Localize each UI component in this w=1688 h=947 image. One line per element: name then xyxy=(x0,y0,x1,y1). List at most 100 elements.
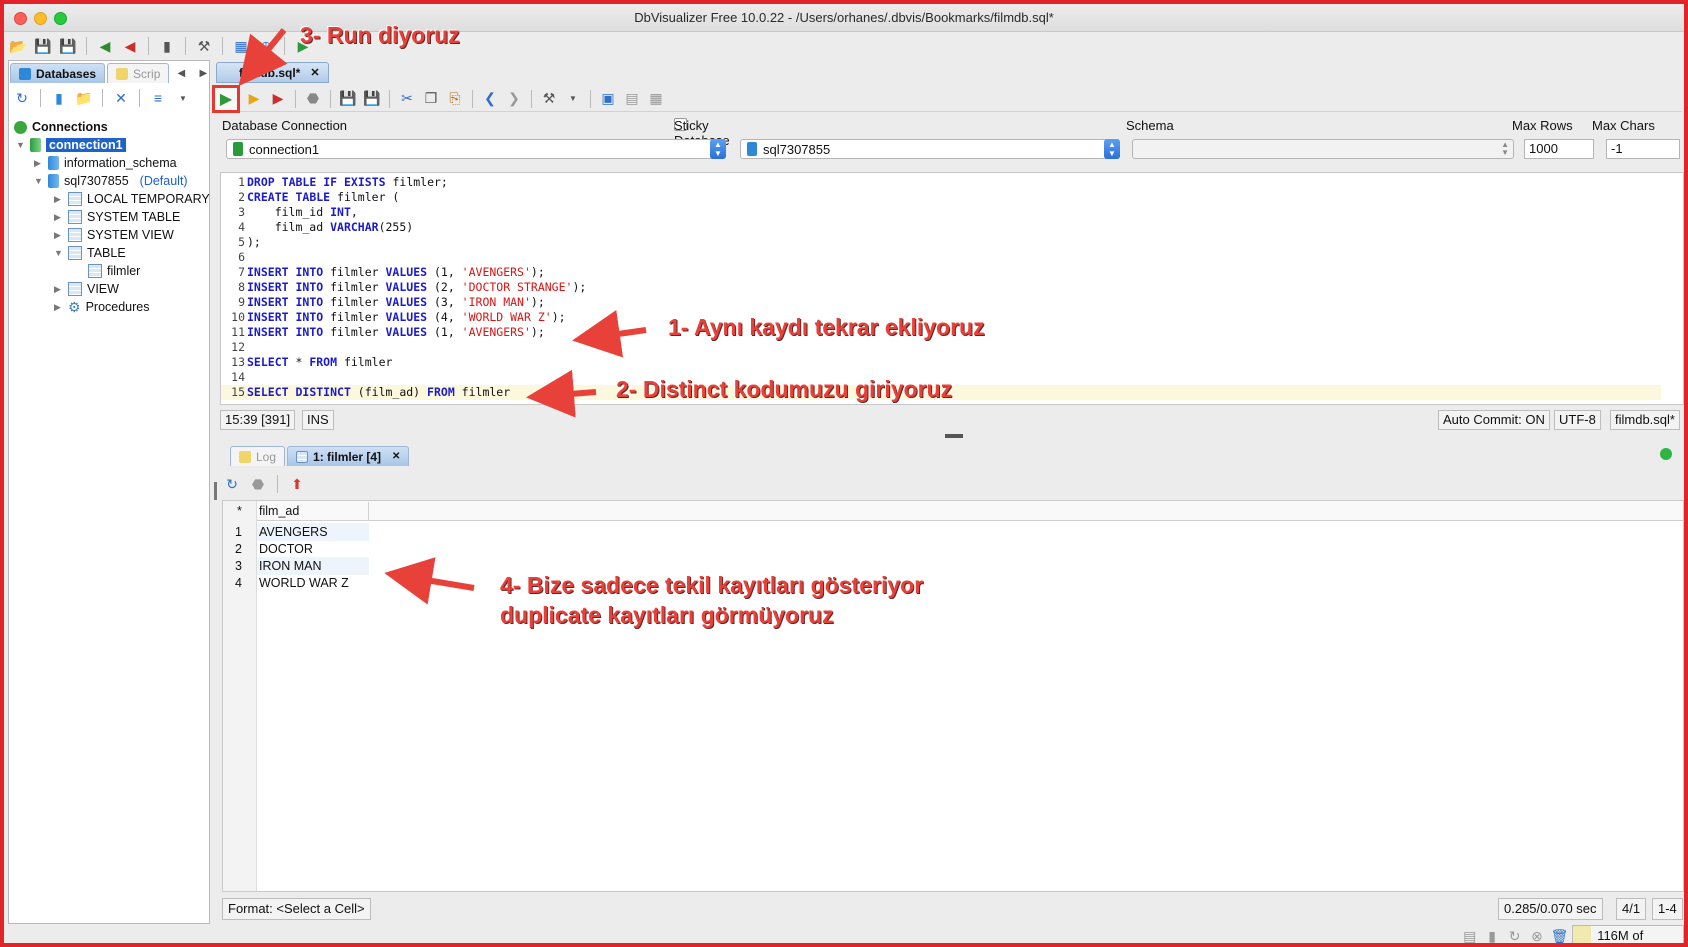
code-line[interactable]: 6 xyxy=(221,250,1661,265)
panel-resize-handle[interactable] xyxy=(214,482,217,500)
code-line[interactable]: 3 film_id INT, xyxy=(221,205,1661,220)
back-icon[interactable]: ❮ xyxy=(480,89,500,109)
sql-editor[interactable]: 1 DROP TABLE IF EXISTS filmler; 2 CREATE TA… xyxy=(220,172,1684,405)
dropdown-icon[interactable]: ▼ xyxy=(563,89,583,109)
tab-filmdb-sql[interactable]: filmdb.sql* ✕ xyxy=(216,62,329,83)
execute-buffer-icon[interactable]: ▶ xyxy=(268,89,288,109)
tab-result-filmler[interactable]: 1: filmler [4] ✕ xyxy=(287,446,410,466)
code-line[interactable]: 8 INSERT INTO filmler VALUES (2, 'DOCTOR … xyxy=(221,280,1661,295)
window-title: DbVisualizer Free 10.0.22 - /Users/orhan… xyxy=(634,10,1054,25)
layout-icon[interactable]: ▣ xyxy=(598,89,618,109)
paste-icon[interactable]: ⎘ xyxy=(445,89,465,109)
execute-current-icon[interactable]: ▶ xyxy=(244,89,264,109)
new-folder-icon[interactable]: 📁 xyxy=(74,88,94,108)
open-folder-icon[interactable]: 📂 xyxy=(8,36,28,56)
refresh-icon[interactable]: ↻ xyxy=(12,88,32,108)
connection-select[interactable]: connection1 ▲ ▼ xyxy=(226,139,726,159)
close-window-button[interactable] xyxy=(14,12,27,25)
table-cell[interactable]: DOCTOR STRANGE xyxy=(257,540,369,574)
disconnect-icon[interactable]: ◀ xyxy=(120,36,140,56)
table-cell[interactable]: AVENGERS xyxy=(257,523,369,541)
tree-item-local-temporary[interactable]: ▶ LOCAL TEMPORARY xyxy=(54,190,210,208)
copy-icon[interactable]: ❐ xyxy=(421,89,441,109)
close-icon[interactable]: ✕ xyxy=(310,66,319,79)
table-cell[interactable]: IRON MAN xyxy=(257,557,369,575)
code-line[interactable]: 1 DROP TABLE IF EXISTS filmler; xyxy=(221,175,1661,190)
collapsed-icon: ▶ xyxy=(54,193,61,204)
memory-usage[interactable]: 116M of 768M xyxy=(1572,925,1684,943)
minimize-window-button[interactable] xyxy=(34,12,47,25)
cut-icon[interactable]: ✂ xyxy=(397,89,417,109)
code-text: SELECT * FROM filmler xyxy=(247,355,393,369)
filter-icon[interactable]: ≡ xyxy=(148,88,168,108)
scroll-left-icon[interactable]: ◀ xyxy=(171,63,191,83)
result-grid[interactable]: * film_ad 1 AVENGERS 2 DOCTOR STRANGE 3 IRON … xyxy=(222,500,1684,892)
column-header-film-ad[interactable]: film_ad xyxy=(259,502,369,520)
database-icon[interactable]: ▮ xyxy=(1482,926,1501,944)
layout-split-icon[interactable]: ▤ xyxy=(622,89,642,109)
save-all-icon[interactable]: 💾 xyxy=(58,36,78,56)
max-rows-label: Max Rows xyxy=(1512,118,1573,133)
tree-item-table[interactable]: ▼ TABLE xyxy=(54,244,126,262)
save-icon[interactable]: 💾 xyxy=(338,89,358,109)
refresh-icon[interactable]: ↻ xyxy=(222,474,242,494)
split-handle[interactable] xyxy=(945,434,963,438)
tree-label: information_schema xyxy=(64,156,177,170)
close-icon[interactable]: ✕ xyxy=(392,451,400,462)
code-line[interactable]: 2 CREATE TABLE filmler ( xyxy=(221,190,1661,205)
code-line[interactable]: 13 SELECT * FROM filmler xyxy=(221,355,1661,370)
refresh-icon[interactable]: ↻ xyxy=(1505,926,1524,944)
trash-icon[interactable]: 🗑 xyxy=(1550,926,1569,944)
code-line[interactable]: 7 INSERT INTO filmler VALUES (1, 'AVENGER… xyxy=(221,265,1661,280)
database-icon[interactable]: ▮ xyxy=(157,36,177,56)
zoom-window-button[interactable] xyxy=(54,12,67,25)
forward-icon[interactable]: ❯ xyxy=(504,89,524,109)
database-select[interactable]: sql7307855 ▲ ▼ xyxy=(740,139,1120,159)
code-line[interactable]: 4 film_ad VARCHAR(255) xyxy=(221,220,1661,235)
table-icon xyxy=(68,228,82,242)
tree-item-procedures[interactable]: ▶ ⚙ Procedures xyxy=(54,298,150,316)
tree-item-view[interactable]: ▶ VIEW xyxy=(54,280,119,298)
code-line[interactable]: 12 xyxy=(221,340,1661,355)
tree-item-system-view[interactable]: ▶ SYSTEM VIEW xyxy=(54,226,174,244)
tree-item-sql7307855[interactable]: ▼ sql7307855 (Default) xyxy=(34,172,188,190)
max-rows-input[interactable]: 1000 xyxy=(1524,139,1594,159)
execute-button[interactable]: ▶ xyxy=(212,84,240,113)
tree-item-information-schema[interactable]: ▶ information_schema xyxy=(34,154,177,172)
tools-icon[interactable]: ⚒ xyxy=(194,36,214,56)
tab-log[interactable]: Log xyxy=(230,446,286,466)
collapsed-icon: ▶ xyxy=(54,229,61,240)
tree-item-system-table[interactable]: ▶ SYSTEM TABLE xyxy=(54,208,180,226)
line-number: 7 xyxy=(238,265,245,279)
cancel-icon[interactable]: ⊗ xyxy=(1527,926,1546,944)
tab-scripts[interactable]: Scrip xyxy=(107,63,170,83)
new-connection-icon[interactable]: ▮ xyxy=(49,88,69,108)
tools-icon[interactable]: ⚒ xyxy=(539,89,559,109)
max-chars-input[interactable]: -1 xyxy=(1606,139,1680,159)
toolbar-separator xyxy=(86,37,87,55)
line-number: 2 xyxy=(238,190,245,204)
play-icon: ▶ xyxy=(219,90,233,108)
tab-databases[interactable]: Databases xyxy=(10,63,106,83)
table-cell[interactable]: WORLD WAR Z xyxy=(257,574,369,592)
dropdown-icon[interactable]: ▼ xyxy=(173,88,193,108)
monitor-icon[interactable]: ◷ xyxy=(256,36,276,56)
code-line[interactable]: 9 INSERT INTO filmler VALUES (3, 'IRON MA… xyxy=(221,295,1661,310)
collapse-icon[interactable]: ✕ xyxy=(111,88,131,108)
save-as-icon[interactable]: 💾 xyxy=(362,89,382,109)
export-icon[interactable]: ⬆ xyxy=(287,474,307,494)
layout-grid-icon[interactable]: ▦ xyxy=(646,89,666,109)
layout-icon[interactable]: ▤ xyxy=(1460,926,1479,944)
stop-icon[interactable]: ⬣ xyxy=(248,474,268,494)
tree-item-filmler[interactable]: filmler xyxy=(88,262,140,280)
auto-commit-status[interactable]: Auto Commit: ON xyxy=(1438,410,1550,430)
save-icon[interactable]: 💾 xyxy=(33,36,53,56)
grid-icon[interactable]: ▦ xyxy=(231,36,251,56)
tree-item-connection1[interactable]: ▼ connection1 xyxy=(16,136,126,154)
scroll-right-icon[interactable]: ▶ xyxy=(193,63,213,83)
stop-icon[interactable]: ⬣ xyxy=(303,89,323,109)
connect-icon[interactable]: ◀ xyxy=(95,36,115,56)
code-line[interactable]: 5); xyxy=(221,235,1661,250)
schema-select[interactable]: ▲ ▼ xyxy=(1132,139,1514,159)
tree-root-connections[interactable]: Connections xyxy=(14,118,108,136)
